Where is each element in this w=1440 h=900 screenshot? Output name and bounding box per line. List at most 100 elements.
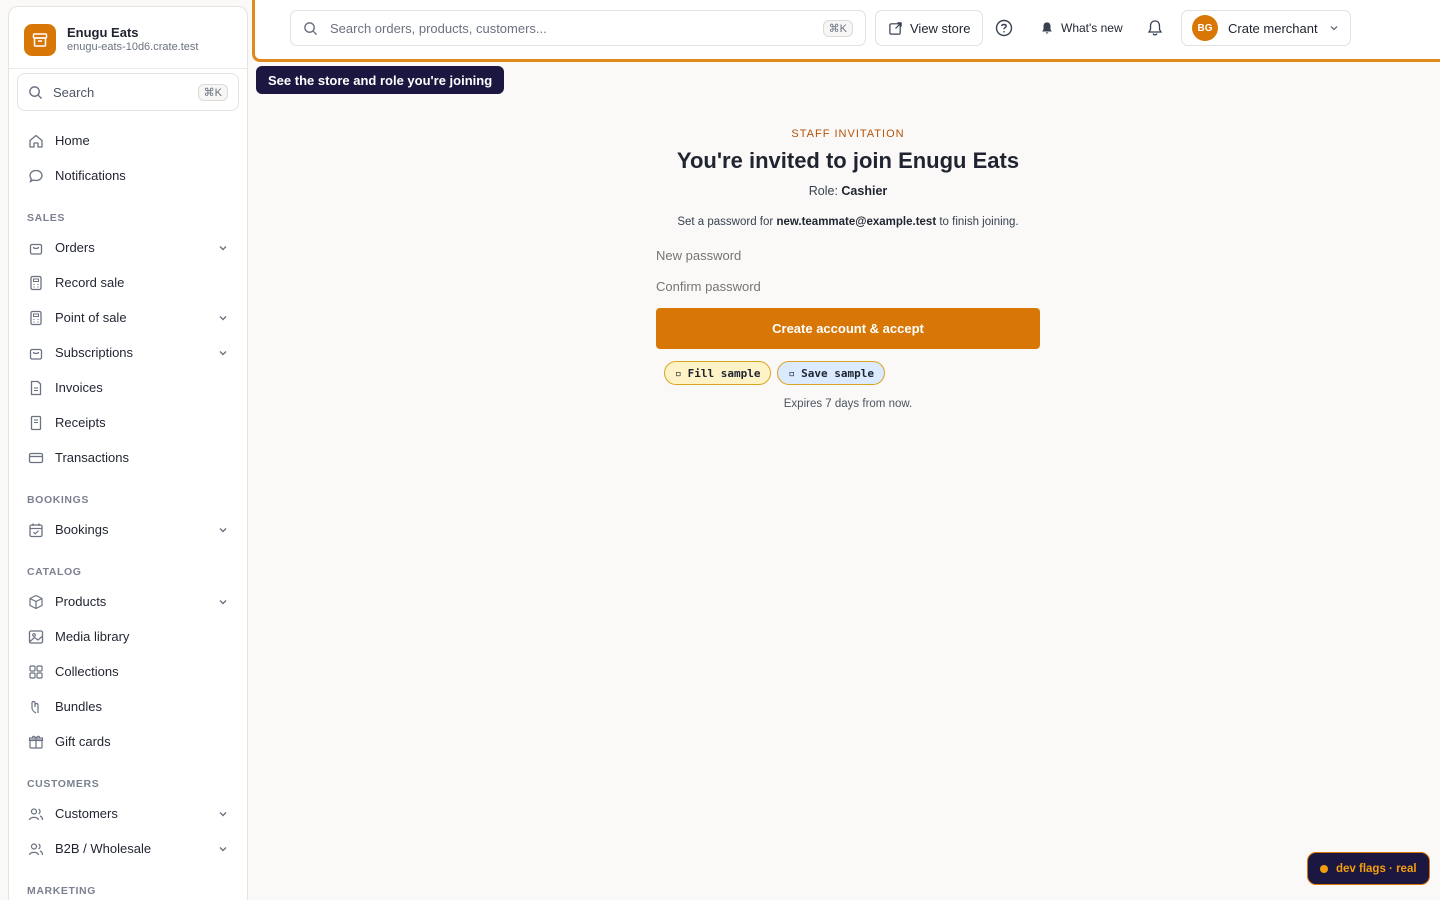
sidebar-item-orders[interactable]: Orders bbox=[19, 230, 237, 265]
gift-icon bbox=[27, 733, 45, 751]
topbar: Search orders, products, customers... ⌘K… bbox=[252, 0, 1440, 62]
store-switcher[interactable]: Enugu Eats enugu-eats-10d6.crate.test bbox=[9, 7, 247, 69]
role-label: Role: bbox=[808, 184, 838, 198]
search-icon bbox=[304, 21, 318, 35]
sidebar-item-products[interactable]: Products bbox=[19, 584, 237, 619]
sidebar-item-invoices[interactable]: Invoices bbox=[19, 370, 237, 405]
sidebar-item-bundles[interactable]: Bundles bbox=[19, 689, 237, 724]
sidebar-item-label: Subscriptions bbox=[55, 345, 134, 360]
square-icon: ▫ bbox=[675, 366, 682, 380]
help-button[interactable] bbox=[995, 10, 1013, 46]
bundle-icon bbox=[27, 698, 45, 716]
sidebar-item-label: Home bbox=[55, 133, 90, 148]
help-icon bbox=[995, 19, 1013, 37]
view-store-button[interactable]: View store bbox=[875, 10, 984, 46]
calendar-icon bbox=[27, 521, 45, 539]
invitation-panel: STAFF INVITATION You're invited to join … bbox=[656, 128, 1040, 410]
chevron-down-icon[interactable] bbox=[217, 843, 229, 855]
sidebar-search[interactable]: Search ⌘K bbox=[17, 73, 239, 111]
set-password-instructions: Set a password for new.teammate@example.… bbox=[656, 216, 1040, 228]
credit-card-icon bbox=[27, 449, 45, 467]
sidebar: Enugu Eats enugu-eats-10d6.crate.test Se… bbox=[8, 6, 248, 900]
sidebar-item-media-library[interactable]: Media library bbox=[19, 619, 237, 654]
bag-icon bbox=[27, 239, 45, 257]
receipt-icon bbox=[27, 414, 45, 432]
sidebar-item-label: Notifications bbox=[55, 168, 126, 183]
sidebar-item-label: Customers bbox=[55, 806, 118, 821]
bell-filled-icon bbox=[1042, 22, 1052, 34]
sidebar-nav: Home Notifications SALES Orders Record s… bbox=[9, 111, 247, 900]
view-store-label: View store bbox=[910, 20, 971, 36]
dev-flags-badge[interactable]: dev flags · real bbox=[1307, 852, 1430, 885]
bell-icon bbox=[1147, 20, 1163, 36]
chevron-down-icon[interactable] bbox=[217, 596, 229, 608]
account-name: Crate merchant bbox=[1228, 20, 1318, 36]
sidebar-item-label: Receipts bbox=[55, 415, 106, 430]
global-search-shortcut: ⌘K bbox=[822, 19, 853, 37]
box-icon bbox=[27, 593, 45, 611]
section-marketing: MARKETING bbox=[27, 885, 96, 897]
sample-actions: ▫ Fill sample ▫ Save sample bbox=[656, 361, 1040, 385]
sidebar-item-label: Bundles bbox=[55, 699, 102, 714]
notifications-button[interactable] bbox=[1146, 10, 1164, 46]
global-search-placeholder: Search orders, products, customers... bbox=[330, 20, 547, 36]
store-url: enugu-eats-10d6.crate.test bbox=[67, 41, 199, 53]
search-icon bbox=[29, 85, 43, 99]
sidebar-item-record-sale[interactable]: Record sale bbox=[19, 265, 237, 300]
store-icon bbox=[24, 23, 56, 56]
calculator-icon bbox=[27, 274, 45, 292]
users-icon bbox=[27, 840, 45, 858]
fill-sample-button[interactable]: ▫ Fill sample bbox=[664, 361, 772, 385]
chevron-down-icon[interactable] bbox=[217, 312, 229, 324]
set-password-suffix: to finish joining. bbox=[939, 216, 1019, 228]
account-menu[interactable]: BG Crate merchant bbox=[1181, 10, 1351, 46]
set-password-prefix: Set a password for bbox=[677, 216, 774, 228]
whats-new-label: What's new bbox=[1061, 21, 1123, 35]
chevron-down-icon[interactable] bbox=[217, 524, 229, 536]
sidebar-item-home[interactable]: Home bbox=[19, 123, 237, 158]
sidebar-search-label: Search bbox=[53, 84, 95, 100]
sidebar-item-collections[interactable]: Collections bbox=[19, 654, 237, 689]
sidebar-search-shortcut: ⌘K bbox=[197, 83, 228, 101]
sidebar-item-gift-cards[interactable]: Gift cards bbox=[19, 724, 237, 759]
save-sample-label: Save sample bbox=[801, 366, 874, 380]
grid-icon bbox=[27, 663, 45, 681]
invitation-eyebrow: STAFF INVITATION bbox=[791, 128, 905, 140]
whats-new-button[interactable]: What's new bbox=[1040, 10, 1123, 46]
avatar: BG bbox=[1192, 15, 1218, 41]
sidebar-item-point-of-sale[interactable]: Point of sale bbox=[19, 300, 237, 335]
sidebar-item-customers[interactable]: Customers bbox=[19, 796, 237, 831]
create-account-button[interactable]: Create account & accept bbox=[656, 308, 1040, 349]
square-icon: ▫ bbox=[788, 366, 796, 380]
sidebar-item-bookings[interactable]: Bookings bbox=[19, 512, 237, 547]
sidebar-item-label: Gift cards bbox=[55, 734, 111, 749]
sidebar-item-label: Transactions bbox=[55, 450, 129, 465]
role-value: Cashier bbox=[841, 184, 888, 198]
page-title: You're invited to join Enugu Eats bbox=[676, 148, 1020, 173]
onboarding-tooltip: See the store and role you're joining bbox=[256, 66, 505, 94]
sidebar-item-label: Record sale bbox=[55, 275, 125, 290]
sidebar-item-receipts[interactable]: Receipts bbox=[19, 405, 237, 440]
chevron-down-icon[interactable] bbox=[217, 808, 229, 820]
fill-sample-label: Fill sample bbox=[687, 366, 761, 380]
chevron-down-icon[interactable] bbox=[217, 347, 229, 359]
section-customers: CUSTOMERS bbox=[27, 778, 100, 790]
global-search-input[interactable]: Search orders, products, customers... ⌘K bbox=[290, 10, 866, 46]
confirm-password-input[interactable] bbox=[656, 271, 1040, 302]
sidebar-item-subscriptions[interactable]: Subscriptions bbox=[19, 335, 237, 370]
expiry-note: Expires 7 days from now. bbox=[783, 398, 913, 410]
bag-icon bbox=[27, 344, 45, 362]
chevron-down-icon bbox=[1330, 26, 1338, 31]
users-icon bbox=[27, 805, 45, 823]
section-bookings: BOOKINGS bbox=[27, 494, 89, 506]
sidebar-item-notifications[interactable]: Notifications bbox=[19, 158, 237, 193]
section-catalog: CATALOG bbox=[27, 566, 82, 578]
save-sample-button[interactable]: ▫ Save sample bbox=[777, 361, 885, 385]
external-link-icon bbox=[889, 21, 902, 35]
chat-bubble-icon bbox=[27, 167, 45, 185]
new-password-input[interactable] bbox=[656, 240, 1040, 271]
image-icon bbox=[27, 628, 45, 646]
sidebar-item-transactions[interactable]: Transactions bbox=[19, 440, 237, 475]
sidebar-item-b2b-wholesale[interactable]: B2B / Wholesale bbox=[19, 831, 237, 866]
chevron-down-icon[interactable] bbox=[217, 242, 229, 254]
